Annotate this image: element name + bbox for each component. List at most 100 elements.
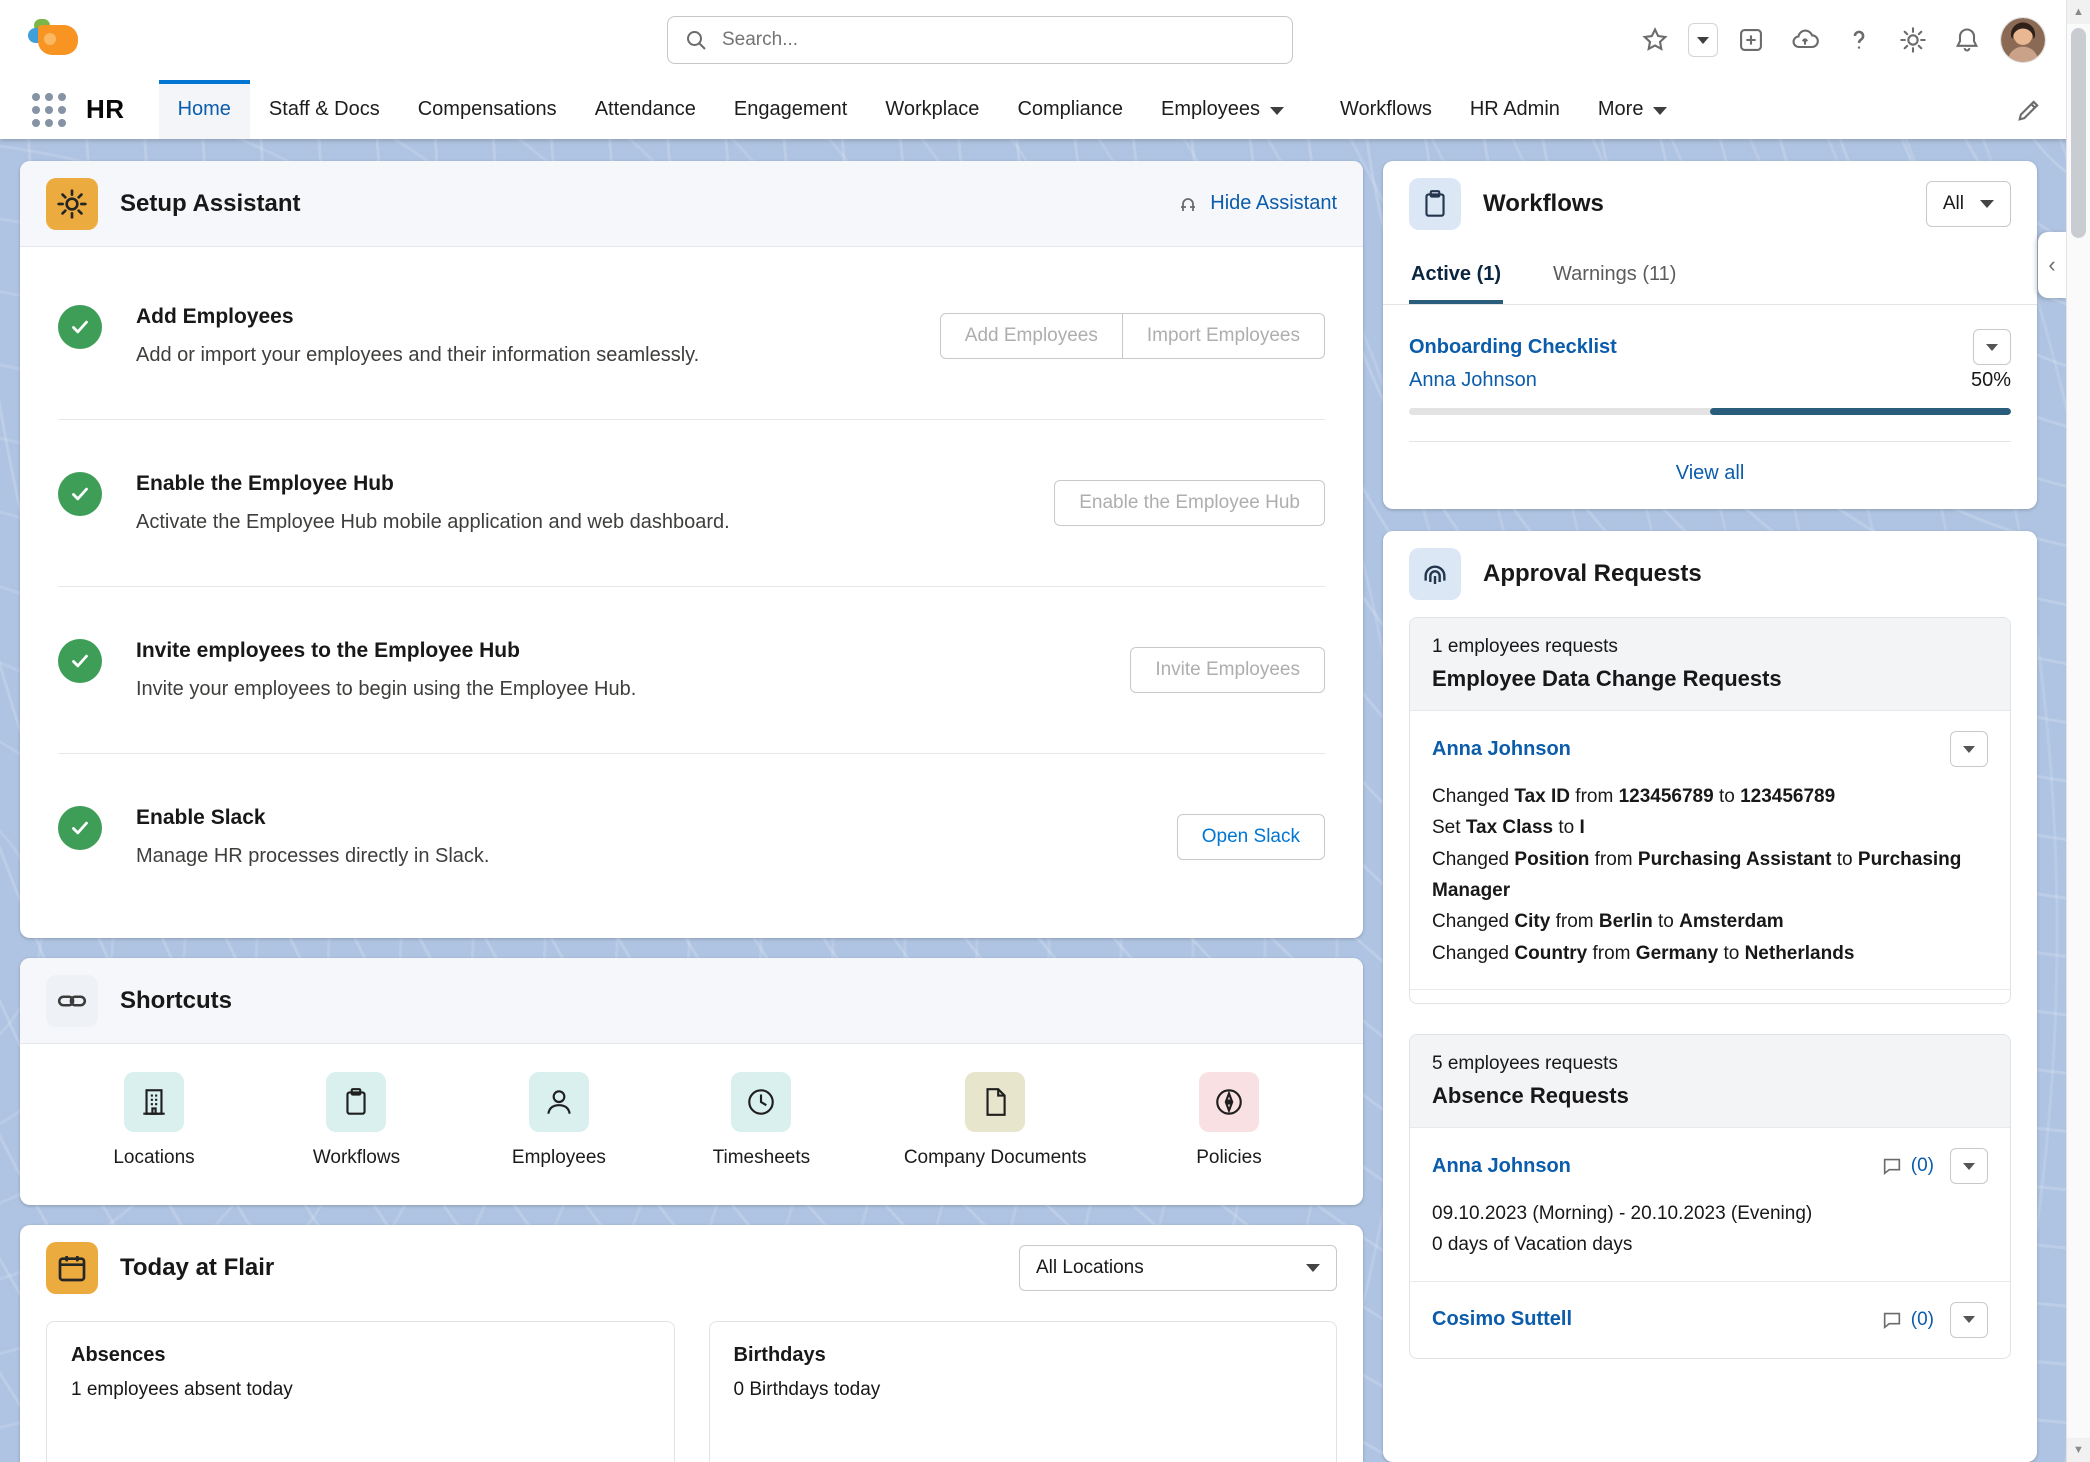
- group-title: Absence Requests: [1432, 1083, 1988, 1109]
- workflows-filter-select[interactable]: All: [1926, 181, 2011, 227]
- request-person-link[interactable]: Anna Johnson: [1432, 1155, 1865, 1178]
- setup-assistant-card: Setup Assistant Hide Assistant: [20, 161, 1363, 938]
- workflow-item-dropdown-button[interactable]: [1973, 329, 2011, 365]
- today-at-flair-card: Today at Flair All Locations Absences 1 …: [20, 1225, 1363, 1462]
- global-header: [0, 0, 2090, 80]
- tab-hr-admin[interactable]: HR Admin: [1451, 80, 1579, 139]
- upload-status-button[interactable]: [1784, 19, 1826, 61]
- scrollbar-down-button[interactable]: ▼: [2067, 1438, 2090, 1462]
- scrollbar-up-button[interactable]: ▲: [2067, 0, 2090, 24]
- absence-dates: 09.10.2023 (Morning) - 20.10.2023 (Eveni…: [1432, 1198, 1988, 1229]
- enable-employee-hub-button[interactable]: Enable the Employee Hub: [1054, 480, 1325, 526]
- tab-active-workflows[interactable]: Active (1): [1409, 247, 1503, 304]
- request-person-link[interactable]: Cosimo Suttell: [1432, 1308, 1865, 1331]
- workflow-person-link[interactable]: Anna Johnson: [1409, 369, 1537, 392]
- approvals-header: Approval Requests: [1383, 531, 2037, 617]
- shortcut-timesheets[interactable]: Timesheets: [701, 1072, 821, 1169]
- favorites-dropdown-button[interactable]: [1688, 23, 1718, 57]
- workflows-title: Workflows: [1483, 190, 1904, 218]
- tab-more[interactable]: More: [1579, 80, 1687, 139]
- birthdays-title: Birthdays: [734, 1344, 1313, 1367]
- nav-tabs: Home Staff & Docs Compensations Attendan…: [159, 80, 1687, 139]
- request-dropdown-button[interactable]: [1950, 1302, 1988, 1338]
- search-input[interactable]: [720, 28, 1276, 52]
- step-title: Enable the Employee Hub: [136, 472, 1054, 496]
- tab-home[interactable]: Home: [159, 80, 250, 139]
- absence-days: 0 days of Vacation days: [1432, 1229, 1988, 1260]
- chat-bubble-icon: [1881, 1155, 1903, 1177]
- app-name: HR: [86, 94, 125, 125]
- tab-attendance[interactable]: Attendance: [576, 80, 715, 139]
- group-header: 1 employees requests Employee Data Chang…: [1410, 618, 2010, 711]
- page-scrollbar[interactable]: ▲ ▼: [2066, 0, 2090, 1462]
- tab-workflows[interactable]: Workflows: [1321, 80, 1451, 139]
- caret-down-icon: [1986, 344, 1998, 351]
- shortcuts-card: Shortcuts Locations: [20, 958, 1363, 1205]
- tab-employees[interactable]: Employees: [1142, 80, 1303, 139]
- notifications-button[interactable]: [1946, 19, 1988, 61]
- collapse-panel-handle[interactable]: ‹: [2038, 232, 2066, 298]
- tab-engagement[interactable]: Engagement: [715, 80, 866, 139]
- header-actions: [1634, 17, 2046, 63]
- fingerprint-icon: [1409, 548, 1461, 600]
- import-employees-button[interactable]: Import Employees: [1122, 313, 1325, 359]
- step-description: Manage HR processes directly in Slack.: [136, 845, 1177, 868]
- help-button[interactable]: [1838, 19, 1880, 61]
- chat-bubble-icon: [1881, 1309, 1903, 1331]
- check-circle-icon: [58, 472, 102, 516]
- tab-workplace[interactable]: Workplace: [866, 80, 998, 139]
- request-dropdown-button[interactable]: [1950, 731, 1988, 767]
- tab-compensations[interactable]: Compensations: [399, 80, 576, 139]
- step-title: Add Employees: [136, 305, 940, 329]
- setup-step-enable-slack: Enable Slack Manage HR processes directl…: [58, 753, 1325, 920]
- workflow-percent: 50%: [1971, 369, 2011, 392]
- workflow-progress-fill: [1710, 408, 2011, 415]
- app-navigation: HR Home Staff & Docs Compensations Atten…: [0, 80, 2090, 139]
- star-icon: [1641, 26, 1669, 54]
- approval-group-data-change: 1 employees requests Employee Data Chang…: [1409, 617, 2011, 1004]
- global-search[interactable]: [667, 16, 1293, 64]
- global-actions-button[interactable]: [1730, 19, 1772, 61]
- add-employees-button[interactable]: Add Employees: [940, 313, 1123, 359]
- setup-button[interactable]: [1892, 19, 1934, 61]
- invite-employees-button[interactable]: Invite Employees: [1130, 647, 1325, 693]
- shortcut-workflows[interactable]: Workflows: [296, 1072, 416, 1169]
- app-launcher[interactable]: [28, 89, 70, 131]
- user-avatar[interactable]: [2000, 17, 2046, 63]
- scrollbar-thumb[interactable]: [2071, 28, 2086, 238]
- flair-logo[interactable]: [26, 17, 84, 63]
- location-filter-select[interactable]: All Locations: [1019, 1245, 1337, 1291]
- search-icon: [684, 28, 708, 52]
- onboarding-checklist-link[interactable]: Onboarding Checklist: [1409, 336, 1617, 359]
- tab-warnings[interactable]: Warnings (11): [1551, 247, 1678, 304]
- shortcut-policies[interactable]: Policies: [1169, 1072, 1289, 1169]
- shortcut-employees[interactable]: Employees: [499, 1072, 619, 1169]
- shortcuts-header: Shortcuts: [20, 958, 1363, 1044]
- tab-staff-docs[interactable]: Staff & Docs: [250, 80, 399, 139]
- view-all-link[interactable]: View all: [1676, 462, 1745, 484]
- workflow-item: Onboarding Checklist Anna Johnson 50%: [1383, 305, 2037, 415]
- shortcut-company-documents[interactable]: Company Documents: [904, 1072, 1087, 1169]
- open-slack-button[interactable]: Open Slack: [1177, 814, 1325, 860]
- shortcut-locations[interactable]: Locations: [94, 1072, 214, 1169]
- flair-hr-app: HR Home Staff & Docs Compensations Atten…: [0, 0, 2090, 1462]
- approval-requests-card: Approval Requests 1 employees requests E…: [1383, 531, 2037, 1462]
- hide-assistant-link[interactable]: Hide Assistant: [1176, 192, 1337, 216]
- caret-down-icon: [1270, 107, 1284, 115]
- request-dropdown-button[interactable]: [1950, 1148, 1988, 1184]
- request-person-link[interactable]: Anna Johnson: [1432, 738, 1934, 761]
- comments-link[interactable]: (0): [1881, 1155, 1934, 1177]
- clipboard-icon: [1409, 178, 1461, 230]
- comments-link[interactable]: (0): [1881, 1309, 1934, 1331]
- tab-compliance[interactable]: Compliance: [998, 80, 1142, 139]
- edit-navigation-button[interactable]: [2008, 89, 2050, 131]
- avatar-image: [2001, 18, 2045, 62]
- step-description: Invite your employees to begin using the…: [136, 678, 1130, 701]
- right-column: Workflows All Active (1) Warnings (11) O…: [1383, 161, 2037, 1462]
- clipboard-icon: [326, 1072, 386, 1132]
- clock-icon: [731, 1072, 791, 1132]
- birthdays-box: Birthdays 0 Birthdays today: [709, 1321, 1338, 1462]
- today-title: Today at Flair: [120, 1254, 997, 1282]
- favorites-button[interactable]: [1634, 19, 1676, 61]
- absences-box: Absences 1 employees absent today: [46, 1321, 675, 1462]
